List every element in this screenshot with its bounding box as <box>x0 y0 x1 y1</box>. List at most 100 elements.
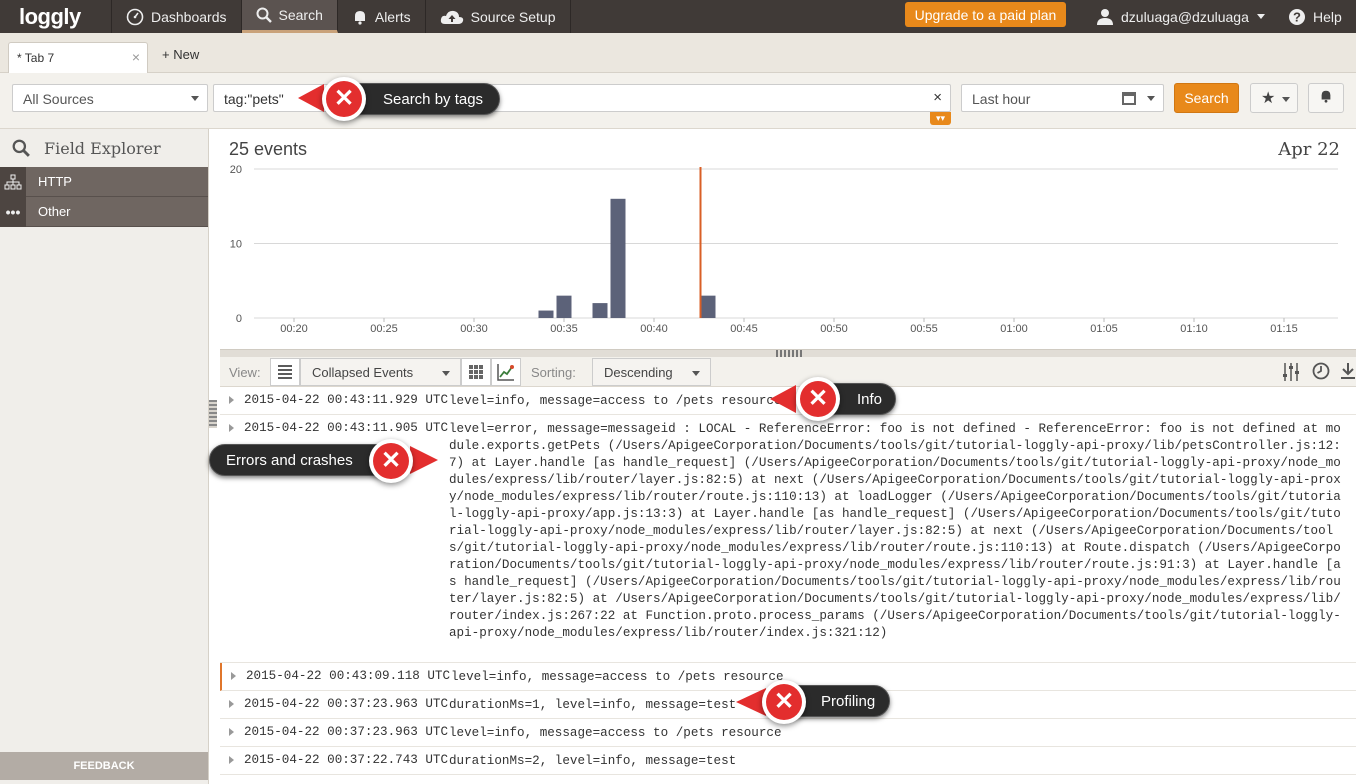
callout-pointer <box>298 84 324 112</box>
chevron-down-icon <box>191 96 199 101</box>
calendar-icon <box>1122 92 1136 105</box>
chart-bar <box>610 198 626 318</box>
event-timestamp: 2015-04-22 00:43:09.118 UTC <box>246 669 451 683</box>
bell-icon <box>354 10 365 25</box>
field-other[interactable]: ••• Other <box>0 196 208 227</box>
view-mode-select[interactable]: Collapsed Events <box>300 358 461 386</box>
chart-bar <box>700 295 716 318</box>
feedback-button[interactable]: FEEDBACK <box>0 752 208 780</box>
help-link[interactable]: ? Help <box>1288 0 1342 33</box>
callout-search-label: Search by tags <box>383 90 484 108</box>
expand-caret-icon[interactable] <box>229 700 234 708</box>
time-range-select[interactable]: Last hour <box>961 84 1164 112</box>
chevron-down-icon <box>692 371 700 376</box>
event-timestamp: 2015-04-22 00:37:22.743 UTC <box>244 753 449 767</box>
search-button[interactable]: Search <box>1174 83 1239 113</box>
close-icon: ✕ <box>762 680 806 724</box>
user-menu[interactable]: dzuluaga@dzuluaga <box>1097 0 1265 33</box>
top-nav: loggly Dashboards Search Alerts Source S… <box>0 0 1356 33</box>
close-icon: ✕ <box>322 77 366 121</box>
user-icon <box>1097 9 1113 25</box>
sidebar-resize-handle[interactable] <box>209 400 217 428</box>
clear-search-icon[interactable]: × <box>933 89 942 106</box>
source-select[interactable]: All Sources <box>12 84 208 112</box>
expand-caret-icon[interactable] <box>231 672 236 680</box>
nav-dashboards[interactable]: Dashboards <box>112 0 242 33</box>
x-tick-label: 00:55 <box>910 323 938 335</box>
favorites-button[interactable]: ★ <box>1250 83 1298 113</box>
view-label: View: <box>229 365 261 380</box>
list-icon <box>278 365 292 379</box>
svg-text:?: ? <box>1293 9 1301 24</box>
grid-view-button[interactable] <box>461 358 491 386</box>
x-tick-label: 00:35 <box>550 323 578 335</box>
new-tab-button[interactable]: + New <box>162 47 199 62</box>
time-range-value: Last hour <box>972 91 1031 107</box>
nav-dashboards-label: Dashboards <box>151 8 227 25</box>
event-histogram[interactable]: 20 10 0 00:20 00:25 00:30 00:35 00:40 00:45 00:50… <box>220 129 1356 349</box>
chart-bar <box>592 303 608 318</box>
chart-bar <box>556 295 572 318</box>
y-tick-label: 10 <box>230 239 242 251</box>
chevron-down-icon <box>1147 96 1155 101</box>
search-query-text: tag:"pets" <box>224 91 284 107</box>
event-timestamp: 2015-04-22 00:37:23.963 UTC <box>244 725 449 739</box>
chart-view-button[interactable] <box>491 358 521 386</box>
tab-current[interactable]: * Tab 7 × <box>8 42 148 73</box>
event-row[interactable]: 2015-04-22 00:37:22.743 UTC durationMs=2… <box>220 747 1356 775</box>
search-icon <box>12 139 30 157</box>
chevron-down-icon <box>1256 14 1265 19</box>
expand-search-icon[interactable]: ▾▾ <box>930 112 951 125</box>
event-timestamp: 2015-04-22 00:43:11.905 UTC <box>244 421 449 435</box>
x-tick-label: 01:10 <box>1180 323 1208 335</box>
nav-search[interactable]: Search <box>241 0 338 33</box>
sorting-label: Sorting: <box>531 365 576 380</box>
grid-icon <box>469 365 483 379</box>
chart-bar <box>538 310 554 318</box>
source-select-value: All Sources <box>23 91 94 107</box>
expand-caret-icon[interactable] <box>229 396 234 404</box>
nav-source-setup-label: Source Setup <box>470 8 556 25</box>
loggly-logo[interactable]: loggly <box>0 0 112 33</box>
dashboard-icon <box>126 8 144 25</box>
callout-pointer <box>770 385 796 413</box>
download-icon[interactable] <box>1340 362 1356 385</box>
grip-icon <box>776 350 802 357</box>
ellipsis-icon: ••• <box>0 196 26 227</box>
list-view-button[interactable] <box>270 358 300 386</box>
nav-alerts-label: Alerts <box>374 8 411 25</box>
callout-errors-label: Errors and crashes <box>226 451 353 469</box>
close-tab-icon[interactable]: × <box>132 49 140 65</box>
upgrade-button[interactable]: Upgrade to a paid plan <box>905 2 1066 27</box>
sorting-select[interactable]: Descending <box>592 358 711 386</box>
nav-source-setup[interactable]: Source Setup <box>426 0 571 33</box>
expand-caret-icon[interactable] <box>229 728 234 736</box>
create-alert-button[interactable] <box>1308 83 1344 113</box>
nav-alerts[interactable]: Alerts <box>338 0 426 33</box>
x-tick-label: 01:00 <box>1000 323 1028 335</box>
event-message: level=info, message=access to /pets reso… <box>451 670 784 684</box>
user-name: dzuluaga@dzuluaga <box>1121 8 1249 25</box>
view-toolbar: View: Collapsed Events Sorting: Descendi… <box>220 357 1356 387</box>
close-icon: ✕ <box>369 439 413 483</box>
chart-splitter[interactable] <box>220 349 1356 357</box>
close-icon: ✕ <box>796 377 840 421</box>
clock-icon[interactable] <box>1312 362 1330 385</box>
view-mode-value: Collapsed Events <box>312 365 414 380</box>
tab-label: * Tab 7 <box>17 51 55 65</box>
star-icon: ★ <box>1261 90 1276 107</box>
column-settings-icon[interactable] <box>1282 362 1300 387</box>
expand-caret-icon[interactable] <box>229 424 234 432</box>
event-message: level=info, message=access to /pets reso… <box>449 726 782 740</box>
nav-search-label: Search <box>278 7 323 23</box>
event-message: durationMs=1, level=info, message=test <box>449 698 737 712</box>
field-http[interactable]: HTTP <box>0 166 208 197</box>
expand-caret-icon[interactable] <box>229 756 234 764</box>
x-tick-label: 00:20 <box>280 323 308 335</box>
field-explorer-sidebar: Field Explorer HTTP ••• Other FEEDBACK <box>0 129 209 784</box>
trend-chart-icon <box>497 364 514 381</box>
field-explorer-header: Field Explorer <box>0 129 208 167</box>
x-tick-label: 01:15 <box>1270 323 1298 335</box>
field-http-label: HTTP <box>38 174 72 189</box>
bell-icon <box>1321 90 1331 103</box>
